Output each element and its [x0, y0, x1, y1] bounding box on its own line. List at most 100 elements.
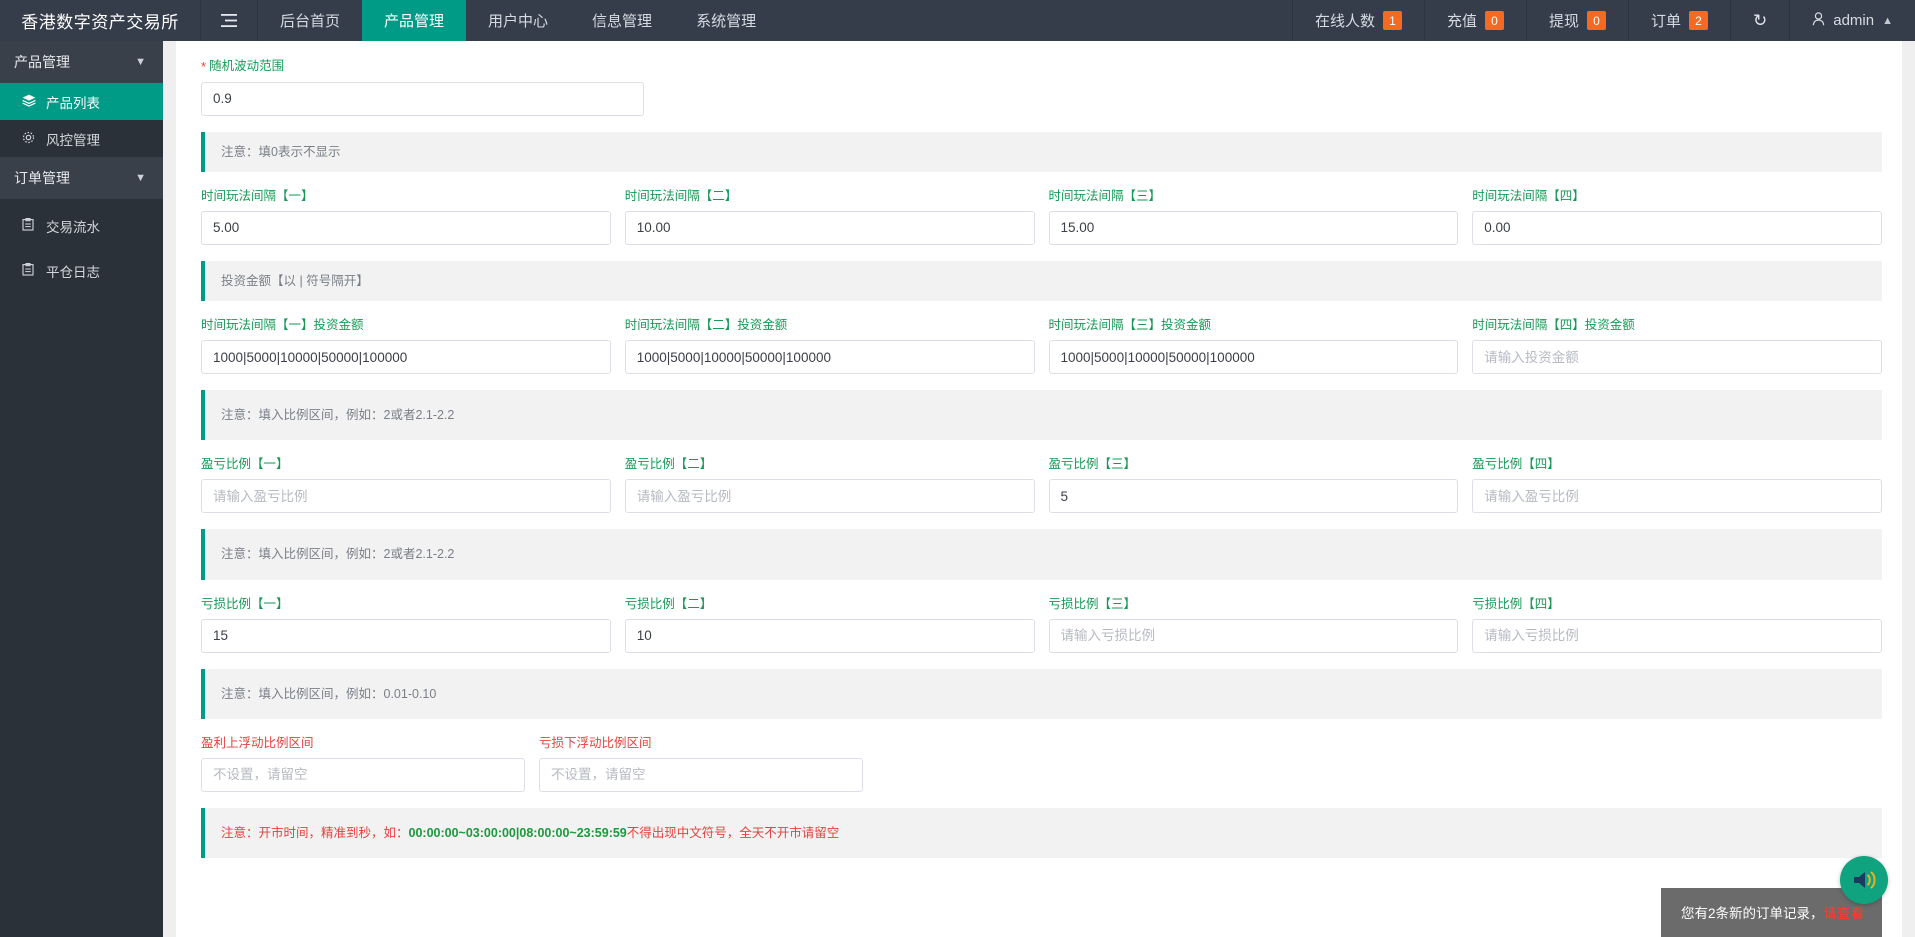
- field-invest-amount-1: 时间玩法间隔【一】投资金额: [201, 318, 611, 375]
- layers-icon: [22, 94, 37, 110]
- stat-recharge[interactable]: 充值 0: [1423, 0, 1526, 41]
- note-invest-amount-format: 投资金额【以 | 符号隔开】: [201, 260, 1882, 302]
- header-spacer: [778, 0, 1292, 41]
- field-random-range: * 随机波动范围: [201, 59, 644, 116]
- refresh-icon: ↻: [1753, 10, 1768, 30]
- sidebar-group-order-management-label: 订单管理: [14, 170, 70, 186]
- sidebar-group-order-management[interactable]: 订单管理 ▼: [0, 157, 163, 199]
- sidebar-item-transaction-flow-label: 交易流水: [46, 219, 100, 235]
- row-loss-ratios: 亏损比例【一】 亏损比例【二】 亏损比例【三】 亏损比例【四】: [201, 597, 1882, 653]
- field-time-interval-4: 时间玩法间隔【四】: [1472, 189, 1882, 245]
- order-notification-text: 您有2条新的订单记录，: [1680, 906, 1824, 921]
- sidebar-group-product-management-label: 产品管理: [14, 54, 70, 70]
- profit-float-range-input[interactable]: [201, 757, 525, 792]
- note-market-time-example: 00:00:00~03:00:00|08:00:00~23:59:59: [408, 825, 627, 840]
- field-invest-amount-4-label: 时间玩法间隔【四】投资金额: [1472, 318, 1635, 333]
- stat-withdraw-label: 提现: [1548, 13, 1579, 30]
- field-invest-amount-3-label: 时间玩法间隔【三】投资金额: [1048, 318, 1212, 333]
- row-time-intervals: 时间玩法间隔【一】 时间玩法间隔【二】 时间玩法间隔【三】 时间玩法间隔【四】: [201, 189, 1882, 245]
- field-time-interval-1: 时间玩法间隔【一】: [201, 189, 611, 245]
- sidebar-item-close-position-log-label: 平仓日志: [46, 264, 100, 280]
- required-asterisk: *: [201, 59, 207, 74]
- loss-ratio-3-input[interactable]: [1048, 618, 1459, 653]
- field-time-interval-3: 时间玩法间隔【三】: [1048, 188, 1459, 245]
- refresh-button[interactable]: ↻: [1730, 0, 1789, 41]
- sound-toggle-button[interactable]: [1840, 856, 1888, 904]
- note-ratio-range-2: 注意：填入比例区间，例如：2或者2.1-2.2: [201, 529, 1882, 580]
- sidebar-group-product-management[interactable]: 产品管理 ▼: [0, 41, 163, 83]
- clipboard-icon: [22, 217, 37, 234]
- main-content: *随机波动范围 注意：填0表示不显示 时间玩法间隔【一】 时间玩法间隔【二】 时…: [163, 41, 1915, 937]
- tab-user-center[interactable]: 用户中心: [466, 0, 570, 41]
- note-ratio-range-1: 注意：填入比例区间，例如：2或者2.1-2.2: [201, 390, 1882, 441]
- loss-ratio-4-input[interactable]: [1472, 618, 1882, 653]
- tab-info-management[interactable]: 信息管理: [570, 0, 674, 41]
- profit-ratio-2-input[interactable]: [624, 479, 1035, 514]
- chevron-down-icon: ▼: [135, 172, 146, 184]
- stat-orders-badge: 2: [1689, 11, 1708, 30]
- field-invest-amount-2-label: 时间玩法间隔【二】投资金额: [624, 318, 788, 333]
- random-range-input[interactable]: [201, 81, 644, 116]
- invest-amount-1-input[interactable]: [201, 340, 611, 375]
- loss-ratio-2-input[interactable]: [624, 618, 1035, 653]
- field-loss-ratio-2-label: 亏损比例【二】: [624, 596, 713, 611]
- invest-amount-3-input[interactable]: [1048, 340, 1459, 375]
- time-interval-2-input[interactable]: [624, 210, 1035, 245]
- field-profit-ratio-1-label: 盈亏比例【一】: [201, 457, 289, 472]
- sound-on-icon: [1850, 867, 1878, 893]
- field-random-range-label: * 随机波动范围: [201, 59, 285, 74]
- tab-product-management[interactable]: 产品管理: [362, 0, 467, 41]
- field-profit-float-range: 盈利上浮动比例区间: [201, 736, 525, 792]
- user-icon: [1812, 12, 1825, 29]
- field-loss-ratio-4: 亏损比例【四】: [1472, 597, 1882, 653]
- stat-withdraw-badge: 0: [1586, 11, 1606, 30]
- chevron-up-icon: ▲: [1882, 14, 1893, 27]
- product-settings-form: *随机波动范围 注意：填0表示不显示 时间玩法间隔【一】 时间玩法间隔【二】 时…: [176, 41, 1902, 937]
- time-interval-3-input[interactable]: [1048, 210, 1459, 245]
- sidebar-item-transaction-flow[interactable]: 交易流水: [0, 207, 163, 244]
- field-time-interval-4-label: 时间玩法间隔【四】: [1472, 188, 1585, 203]
- sidebar-divider: [0, 244, 163, 252]
- field-profit-ratio-4-label: 盈亏比例【四】: [1472, 457, 1560, 472]
- sidebar-item-close-position-log[interactable]: 平仓日志: [0, 252, 163, 289]
- user-menu[interactable]: admin ▲: [1789, 0, 1915, 41]
- field-time-interval-3-label: 时间玩法间隔【三】: [1048, 188, 1162, 203]
- header-right-actions: 在线人数 1 充值 0 提现 0 订单 2 ↻ admin ▲: [1291, 0, 1915, 41]
- gear-icon: [22, 131, 37, 147]
- stat-online-users-label: 在线人数: [1314, 13, 1375, 30]
- time-interval-1-input[interactable]: [201, 210, 611, 245]
- stat-online-users[interactable]: 在线人数 1: [1291, 0, 1424, 41]
- tab-system-management[interactable]: 系统管理: [674, 0, 778, 41]
- field-loss-ratio-3-label: 亏损比例【三】: [1048, 596, 1137, 611]
- loss-ratio-1-input[interactable]: [201, 618, 611, 653]
- field-profit-ratio-2: 盈亏比例【二】: [624, 457, 1035, 514]
- field-profit-ratio-1: 盈亏比例【一】: [201, 457, 611, 514]
- hamburger-icon[interactable]: [200, 0, 258, 41]
- sidebar-item-risk-control[interactable]: 风控管理: [0, 120, 163, 157]
- main-nav-tabs: 后台首页 产品管理 用户中心 信息管理 系统管理: [258, 0, 778, 41]
- stat-orders-label: 订单: [1650, 13, 1681, 30]
- profit-ratio-4-input[interactable]: [1472, 479, 1882, 514]
- clipboard-icon: [22, 262, 37, 279]
- invest-amount-2-input[interactable]: [624, 340, 1035, 375]
- field-loss-float-range: 亏损下浮动比例区间: [539, 736, 863, 792]
- field-profit-ratio-3-label: 盈亏比例【三】: [1048, 457, 1137, 472]
- row-invest-amounts: 时间玩法间隔【一】投资金额 时间玩法间隔【二】投资金额 时间玩法间隔【三】投资金…: [201, 318, 1882, 375]
- invest-amount-4-input[interactable]: [1472, 340, 1882, 375]
- sidebar-item-product-list[interactable]: 产品列表: [0, 83, 163, 120]
- field-invest-amount-2: 时间玩法间隔【二】投资金额: [624, 318, 1035, 375]
- profit-ratio-1-input[interactable]: [201, 479, 611, 514]
- field-time-interval-1-label: 时间玩法间隔【一】: [201, 188, 314, 203]
- note-market-time: 注意：开市时间，精准到秒，如：00:00:00~03:00:00|08:00:0…: [201, 807, 1882, 859]
- time-interval-4-input[interactable]: [1472, 210, 1882, 245]
- field-loss-float-range-label: 亏损下浮动比例区间: [539, 735, 652, 750]
- field-profit-float-range-label: 盈利上浮动比例区间: [201, 735, 314, 750]
- profit-ratio-3-input[interactable]: [1048, 479, 1459, 514]
- order-notification-link[interactable]: 请查看: [1824, 906, 1865, 921]
- field-invest-amount-4: 时间玩法间隔【四】投资金额: [1472, 318, 1882, 375]
- top-header: 香港数字资产交易所 后台首页 产品管理 用户中心 信息管理 系统管理 在线人数 …: [0, 0, 1915, 41]
- tab-backend-home[interactable]: 后台首页: [258, 0, 362, 41]
- stat-withdraw[interactable]: 提现 0: [1525, 0, 1628, 41]
- stat-orders[interactable]: 订单 2: [1627, 0, 1730, 41]
- loss-float-range-input[interactable]: [539, 757, 863, 792]
